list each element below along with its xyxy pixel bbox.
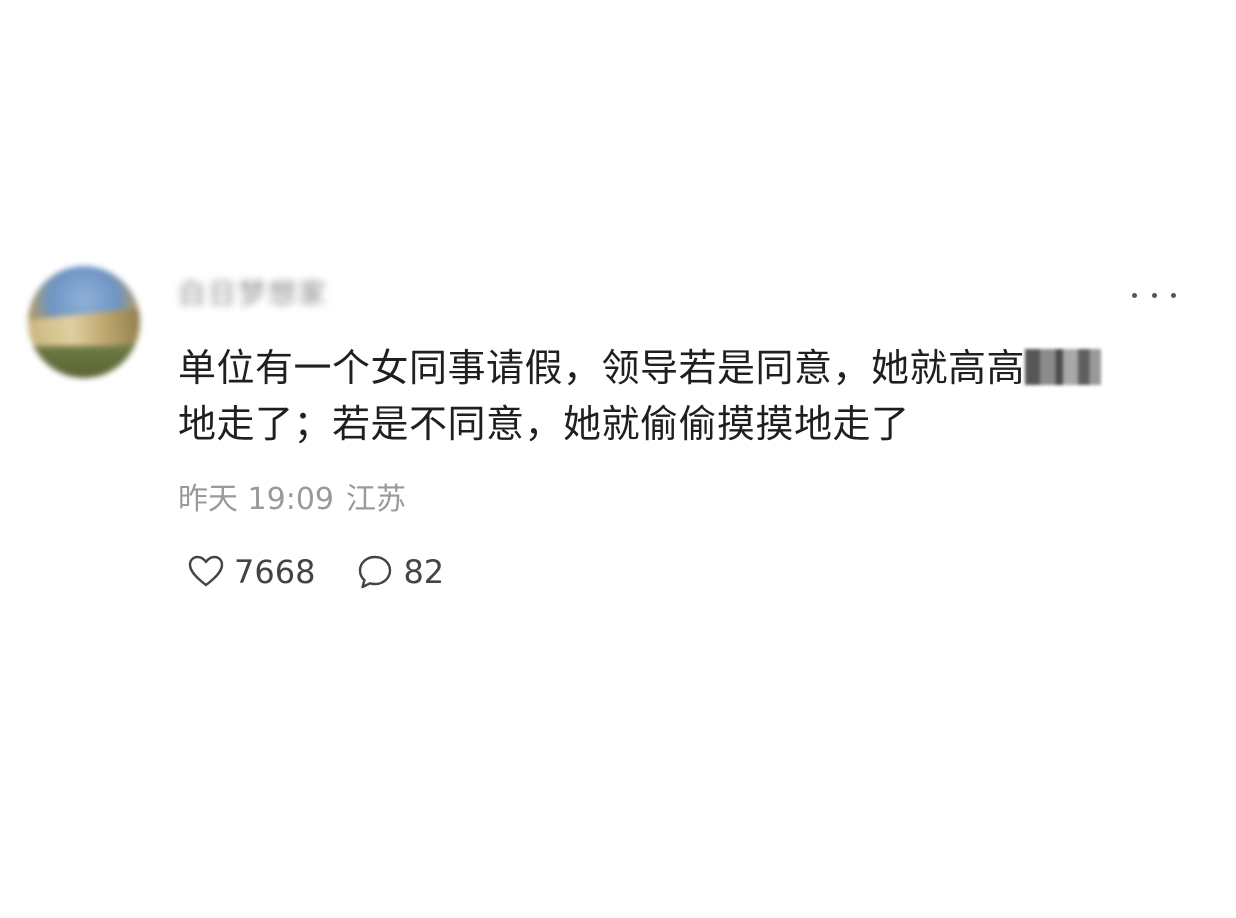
more-options-button[interactable] bbox=[1128, 280, 1180, 310]
avatar[interactable] bbox=[28, 266, 140, 378]
reply-button[interactable]: 82 bbox=[355, 552, 444, 592]
comment-location: 江苏 bbox=[346, 482, 406, 517]
comment-text: 单位有一个女同事请假，领导若是同意，她就高高 地走了；若是不同意，她就偷偷摸摸地… bbox=[178, 340, 1188, 452]
comment-meta: 昨天 19:09 江苏 bbox=[178, 478, 406, 522]
username[interactable]: 白日梦想家 bbox=[178, 274, 328, 314]
reply-count: 82 bbox=[403, 553, 445, 591]
comment-text-line-1: 单位有一个女同事请假，领导若是同意，她就高高 bbox=[178, 340, 1188, 396]
comment-card: 白日梦想家 单位有一个女同事请假，领导若是同意，她就高高 地走了；若是不同意，她… bbox=[0, 0, 1236, 918]
speech-bubble-icon bbox=[355, 552, 395, 592]
like-button[interactable]: 7668 bbox=[186, 552, 315, 592]
more-dot-icon bbox=[1151, 292, 1157, 298]
comment-time: 昨天 19:09 bbox=[178, 482, 334, 517]
heart-icon bbox=[186, 552, 226, 592]
more-dot-icon bbox=[1171, 292, 1176, 298]
like-count: 7668 bbox=[234, 553, 316, 591]
more-dot-icon bbox=[1132, 292, 1137, 298]
comment-text-line-2: 地走了；若是不同意，她就偷偷摸摸地走了 bbox=[178, 402, 910, 446]
page: 白日梦想家 单位有一个女同事请假，领导若是同意，她就高高 地走了；若是不同意，她… bbox=[0, 0, 1236, 918]
censored-mosaic bbox=[1025, 349, 1102, 385]
comment-actions: 7668 82 bbox=[186, 548, 444, 596]
comment-text-segment: 单位有一个女同事请假，领导若是同意，她就高高 bbox=[178, 346, 1026, 390]
